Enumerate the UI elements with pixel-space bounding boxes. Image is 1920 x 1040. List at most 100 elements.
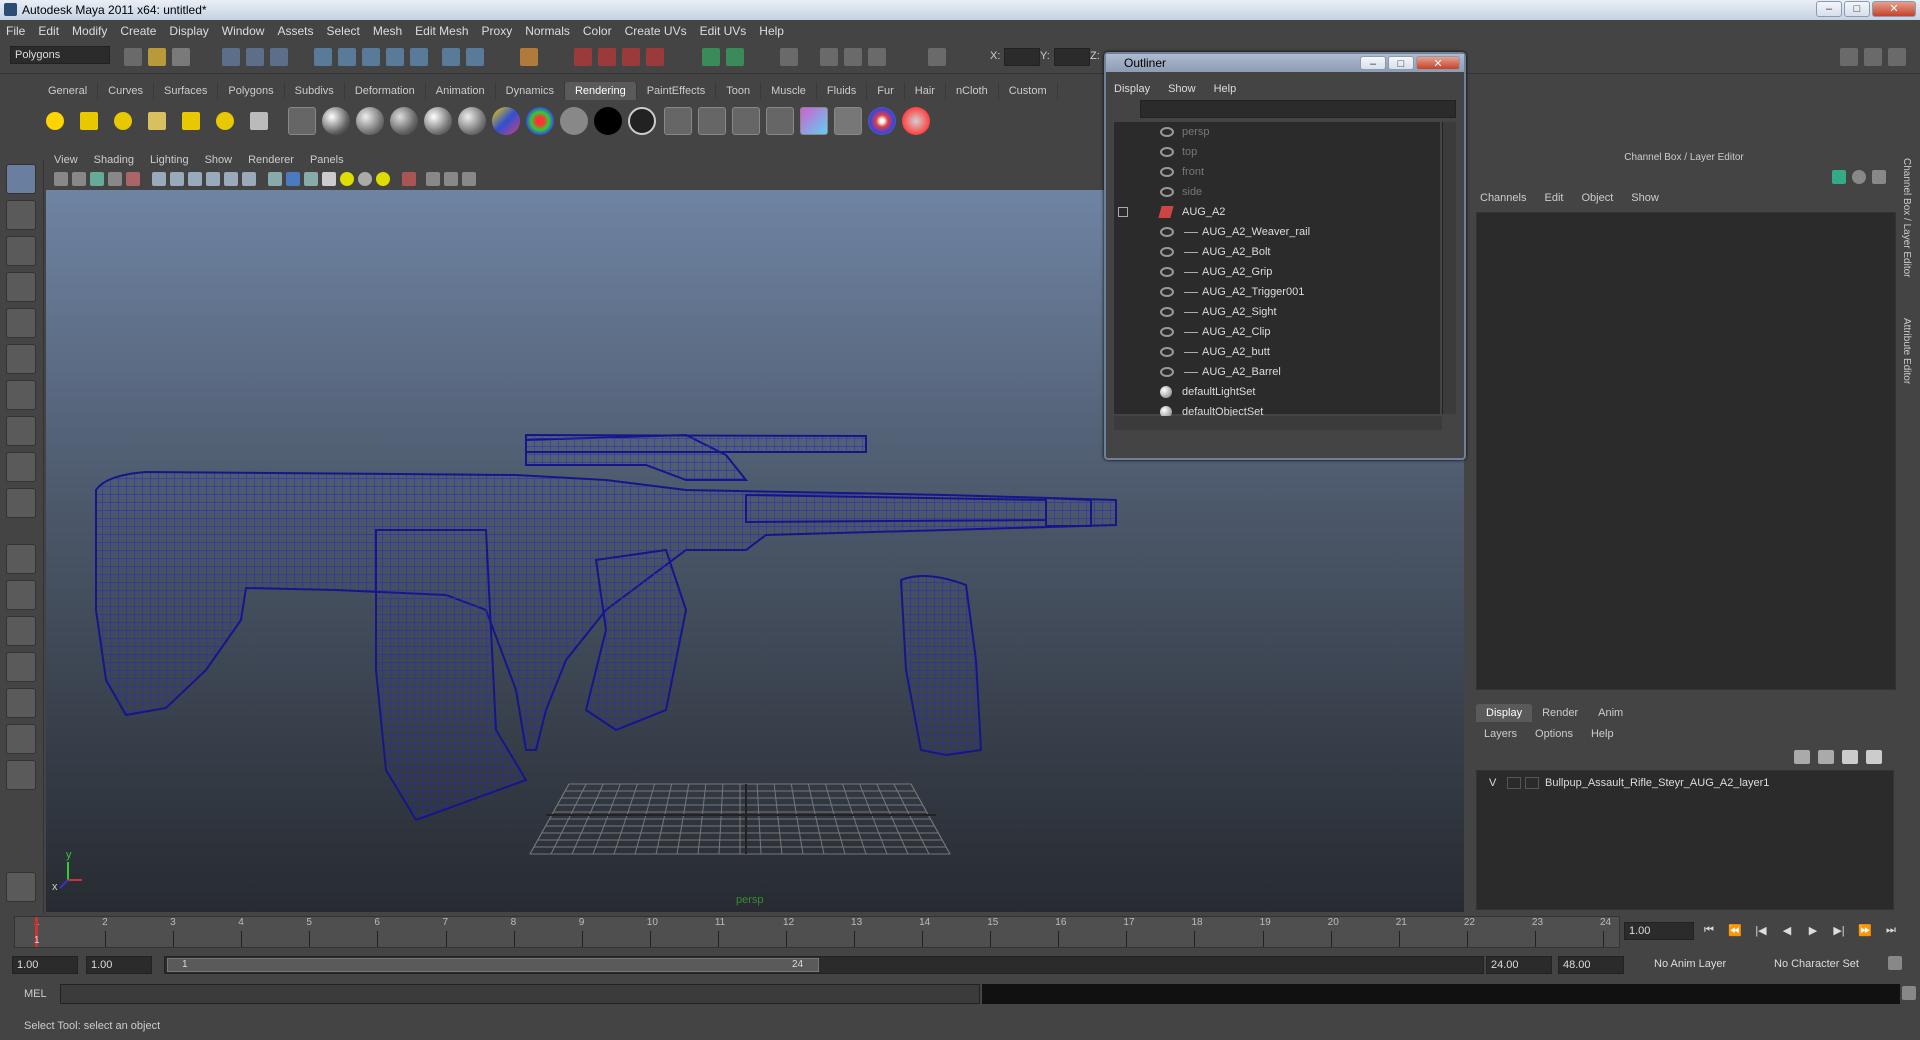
render-settings-icon[interactable] xyxy=(646,48,664,66)
layer-add-icon[interactable] xyxy=(1842,750,1858,764)
film-gate-icon[interactable] xyxy=(170,172,184,186)
smooth-shade-icon[interactable] xyxy=(286,172,300,186)
snap-grid-icon[interactable] xyxy=(314,48,332,66)
range-slider-handle[interactable]: 1 24 xyxy=(167,958,819,972)
outliner-item[interactable]: AUG_A2_Barrel xyxy=(1114,362,1440,382)
camera-attributes-icon[interactable] xyxy=(72,172,86,186)
layer-remove-icon[interactable] xyxy=(1866,750,1882,764)
render-sequence-icon[interactable] xyxy=(698,107,726,135)
menu-mesh[interactable]: Mesh xyxy=(373,24,402,38)
channel-menu-channels[interactable]: Channels xyxy=(1480,192,1526,204)
bookmarks-icon[interactable] xyxy=(90,172,104,186)
shelf-tab-toon[interactable]: Toon xyxy=(716,82,762,100)
move-tool-icon[interactable] xyxy=(6,272,36,302)
anisotropic-shader-icon[interactable] xyxy=(458,107,486,135)
ambient-light-icon[interactable] xyxy=(46,112,64,130)
shelf-tab-general[interactable]: General xyxy=(38,82,99,100)
layer-template-toggle[interactable] xyxy=(1507,777,1521,789)
outliner-item[interactable]: AUG_A2 xyxy=(1114,202,1440,222)
scale-tool-icon[interactable] xyxy=(6,344,36,374)
expand-collapse-icon[interactable] xyxy=(1118,207,1128,217)
safe-action-icon[interactable] xyxy=(242,172,256,186)
ipr-render-icon[interactable] xyxy=(622,48,640,66)
outliner-vertical-scrollbar[interactable] xyxy=(1442,122,1456,414)
universal-manipulator-icon[interactable] xyxy=(6,380,36,410)
outliner-item[interactable]: front xyxy=(1114,162,1440,182)
play-backwards-button[interactable]: ◀ xyxy=(1778,924,1796,940)
surface-shader-icon[interactable] xyxy=(560,107,588,135)
ipr-shelf-icon[interactable] xyxy=(732,107,760,135)
shelf-tab-curves[interactable]: Curves xyxy=(98,82,154,100)
image-plane-icon[interactable] xyxy=(108,172,122,186)
minimize-button[interactable]: – xyxy=(1816,1,1842,17)
color-ball-icon[interactable] xyxy=(868,107,896,135)
play-forwards-button[interactable]: ▶ xyxy=(1804,924,1822,940)
attribute-editor-side-tab[interactable]: Attribute Editor xyxy=(1901,318,1912,384)
volume-light-icon[interactable] xyxy=(216,112,234,130)
outliner-item[interactable]: AUG_A2_Grip xyxy=(1114,262,1440,282)
new-scene-icon[interactable] xyxy=(124,48,142,66)
gate-mask-icon[interactable] xyxy=(206,172,220,186)
shelf-tab-custom[interactable]: Custom xyxy=(999,82,1058,100)
layer-menu-options[interactable]: Options xyxy=(1535,728,1573,740)
character-set-dropdown[interactable]: No Character Set xyxy=(1770,956,1882,974)
go-to-start-button[interactable]: ⏮ xyxy=(1700,924,1718,940)
layout-four-pane-icon[interactable] xyxy=(6,580,36,610)
camera-icon[interactable] xyxy=(250,112,268,130)
outliner-item[interactable]: AUG_A2_butt xyxy=(1114,342,1440,362)
outliner-minimize-button[interactable]: – xyxy=(1360,56,1386,70)
use-background-icon[interactable] xyxy=(594,107,622,135)
menu-create-uvs[interactable]: Create UVs xyxy=(625,24,687,38)
channel-menu-edit[interactable]: Edit xyxy=(1544,192,1563,204)
snap-view-plane-icon[interactable] xyxy=(386,48,404,66)
batch-render-icon[interactable] xyxy=(664,107,692,135)
select-hierarchy-icon[interactable] xyxy=(222,48,240,66)
outliner-item[interactable]: AUG_A2_Bolt xyxy=(1114,242,1440,262)
new-layer-selected-icon[interactable] xyxy=(1818,750,1834,764)
layout-outliner-icon[interactable] xyxy=(868,48,886,66)
render-frame-icon[interactable] xyxy=(598,48,616,66)
menu-assets[interactable]: Assets xyxy=(277,24,313,38)
layout-menu-icon[interactable] xyxy=(6,760,36,790)
script-editor-icon[interactable] xyxy=(1902,986,1916,1000)
outliner-close-button[interactable]: ✕ xyxy=(1416,56,1460,70)
select-camera-icon[interactable] xyxy=(54,172,68,186)
layout-four-icon[interactable] xyxy=(844,48,862,66)
shelf-tab-painteffects[interactable]: PaintEffects xyxy=(637,82,717,100)
step-back-key-button[interactable]: ⏪ xyxy=(1726,924,1744,940)
ramp-shader-icon[interactable] xyxy=(526,107,554,135)
show-channel-box-icon[interactable] xyxy=(1888,48,1906,66)
panel-menu-renderer[interactable]: Renderer xyxy=(248,154,294,166)
panel-menu-show[interactable]: Show xyxy=(205,154,233,166)
shelf-tab-animation[interactable]: Animation xyxy=(426,82,496,100)
layered-shader-icon[interactable] xyxy=(492,107,520,135)
phonge-shader-icon[interactable] xyxy=(424,107,452,135)
time-slider-track[interactable]: 123456789101112131415161718192021222324 xyxy=(14,916,1620,948)
menu-modify[interactable]: Modify xyxy=(72,24,107,38)
range-slider-track[interactable]: 1 24 xyxy=(164,956,1484,974)
end-time-field[interactable]: 48.00 xyxy=(1558,956,1624,974)
outliner-menu-help[interactable]: Help xyxy=(1214,83,1237,95)
render-layer-icon[interactable] xyxy=(834,107,862,135)
render-view-shelf-icon[interactable] xyxy=(288,107,316,135)
outliner-item[interactable]: AUG_A2_Clip xyxy=(1114,322,1440,342)
paint-select-tool-icon[interactable] xyxy=(6,236,36,266)
transform-lock-icon[interactable] xyxy=(928,48,946,66)
menu-edit[interactable]: Edit xyxy=(38,24,59,38)
shelf-tab-hair[interactable]: Hair xyxy=(905,82,946,100)
shelf-tab-fur[interactable]: Fur xyxy=(867,82,905,100)
make-live-icon[interactable] xyxy=(410,48,428,66)
outliner-item[interactable]: side xyxy=(1114,182,1440,202)
layout-hypershade-icon[interactable] xyxy=(6,688,36,718)
start-time-field[interactable]: 1.00 xyxy=(12,956,78,974)
select-component-icon[interactable] xyxy=(270,48,288,66)
close-button[interactable]: ✕ xyxy=(1872,1,1916,17)
channel-box-side-tab[interactable]: Channel Box / Layer Editor xyxy=(1901,158,1912,278)
snap-point-icon[interactable] xyxy=(362,48,380,66)
shadows-icon[interactable] xyxy=(358,172,372,186)
maximize-button[interactable]: □ xyxy=(1844,1,1870,17)
input-ops-icon[interactable] xyxy=(520,48,538,66)
blinn-shader-icon[interactable] xyxy=(322,107,350,135)
shelf-tab-subdivs[interactable]: Subdivs xyxy=(285,82,345,100)
layer-tab-anim[interactable]: Anim xyxy=(1588,704,1633,722)
